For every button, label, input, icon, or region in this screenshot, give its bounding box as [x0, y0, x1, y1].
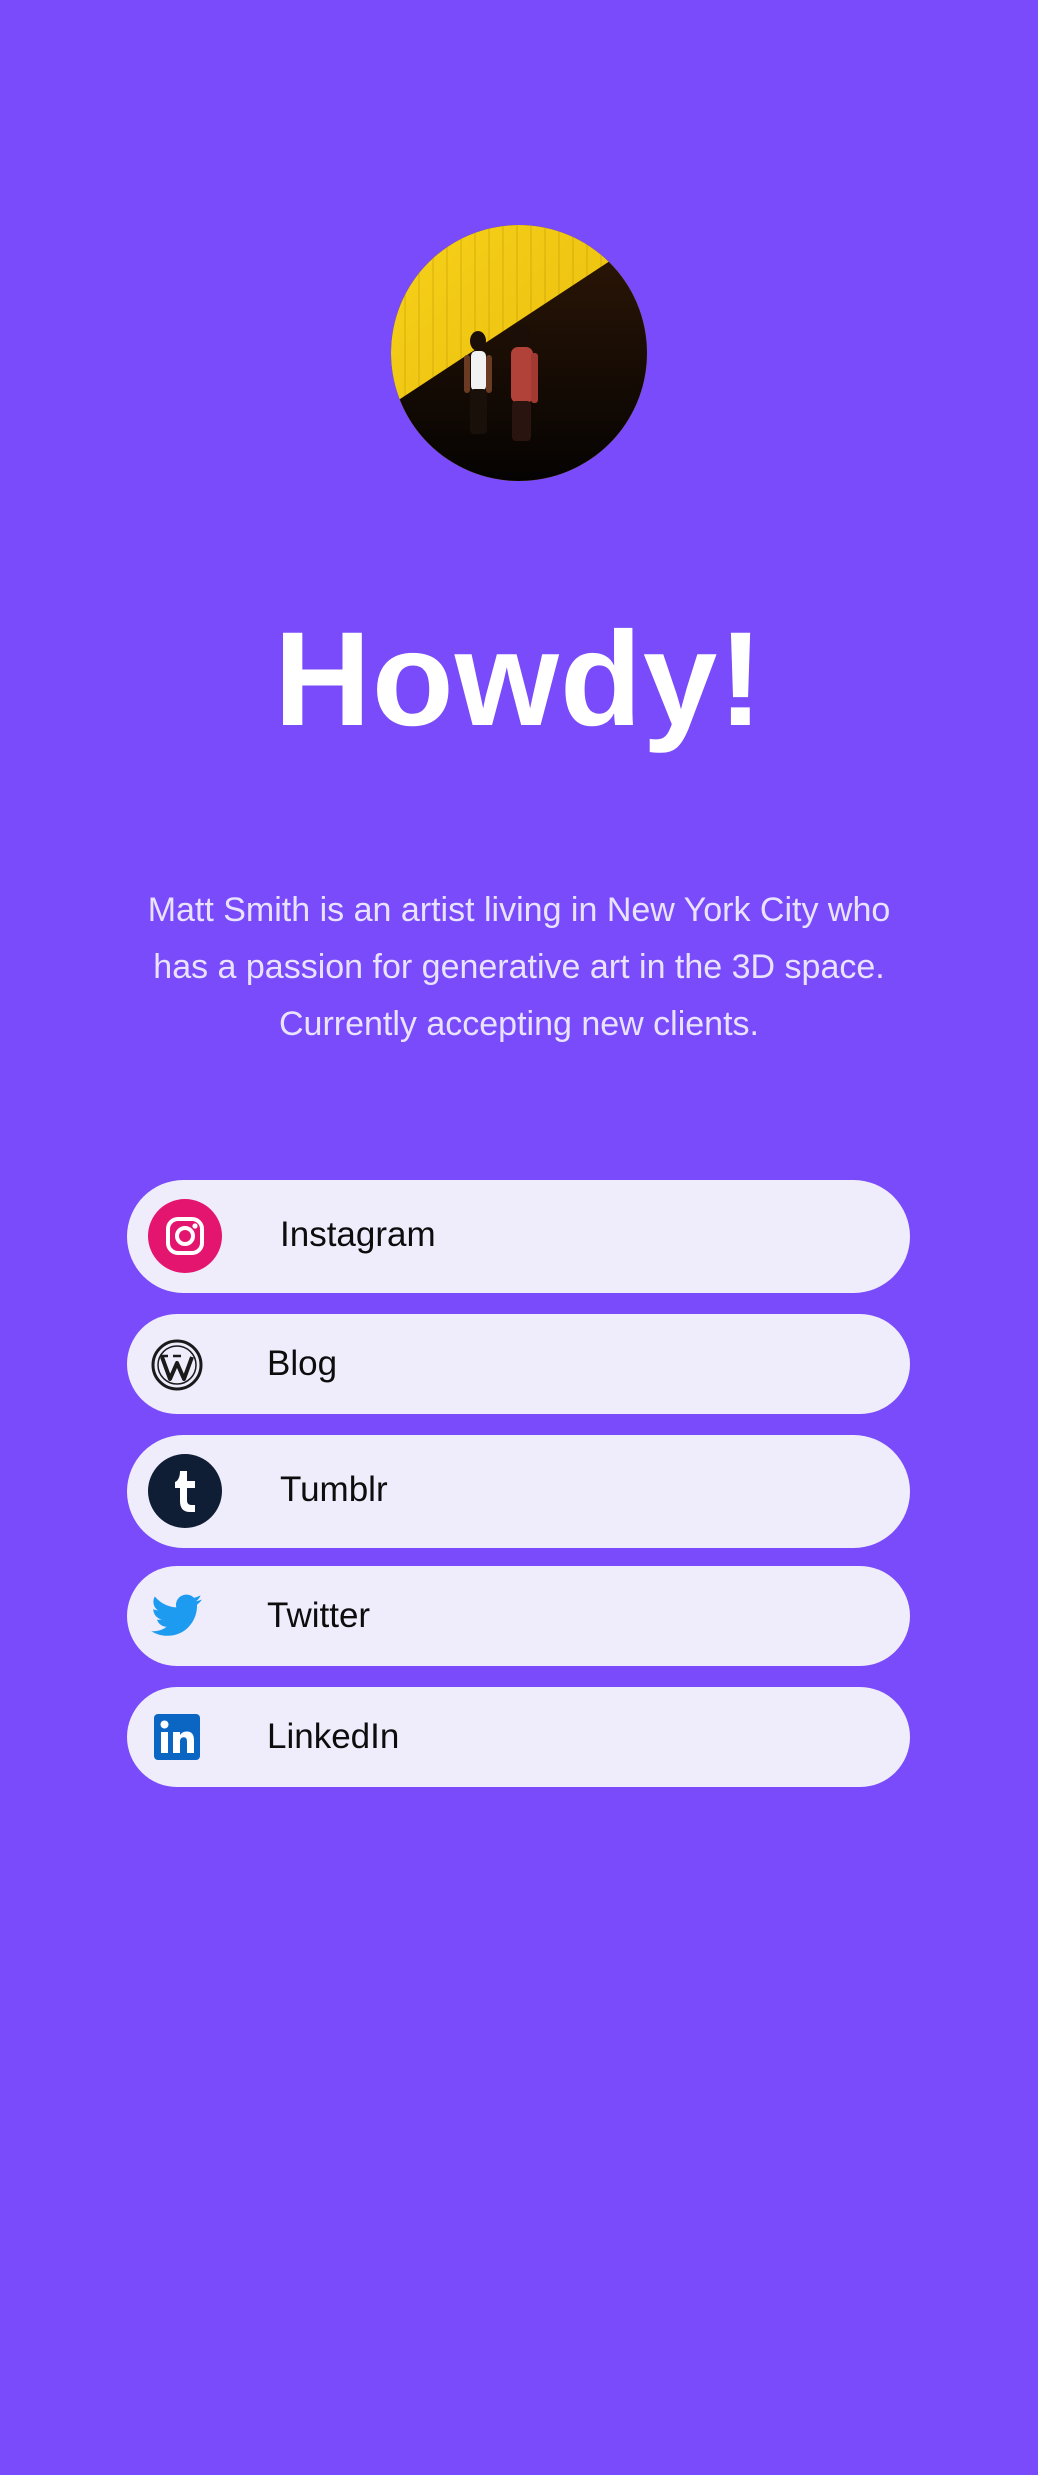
twitter-link-label: Twitter: [267, 1596, 371, 1635]
profile-photo: [391, 225, 647, 481]
blog-link-button[interactable]: Blog: [127, 1314, 910, 1414]
wordpress-icon: [151, 1339, 203, 1391]
twitter-icon: [151, 1594, 203, 1636]
tumblr-link-button[interactable]: Tumblr: [127, 1435, 910, 1548]
linkedin-link-label: LinkedIn: [267, 1717, 400, 1756]
instagram-link-label: Instagram: [280, 1215, 436, 1254]
link-in-bio-page: Howdy! Matt Smith is an artist living in…: [0, 0, 1038, 2475]
linkedin-link-button[interactable]: LinkedIn: [127, 1687, 910, 1787]
tumblr-icon: [148, 1454, 222, 1528]
twitter-link-button[interactable]: Twitter: [127, 1566, 910, 1666]
avatar: [391, 225, 647, 481]
linkedin-icon: [154, 1714, 200, 1760]
blog-link-label: Blog: [267, 1344, 338, 1383]
headline: Howdy!: [274, 605, 764, 754]
instagram-link-button[interactable]: Instagram: [127, 1180, 910, 1293]
tumblr-link-label: Tumblr: [280, 1470, 388, 1509]
bio-text: Matt Smith is an artist living in New Yo…: [147, 891, 891, 1043]
instagram-icon: [148, 1199, 222, 1273]
